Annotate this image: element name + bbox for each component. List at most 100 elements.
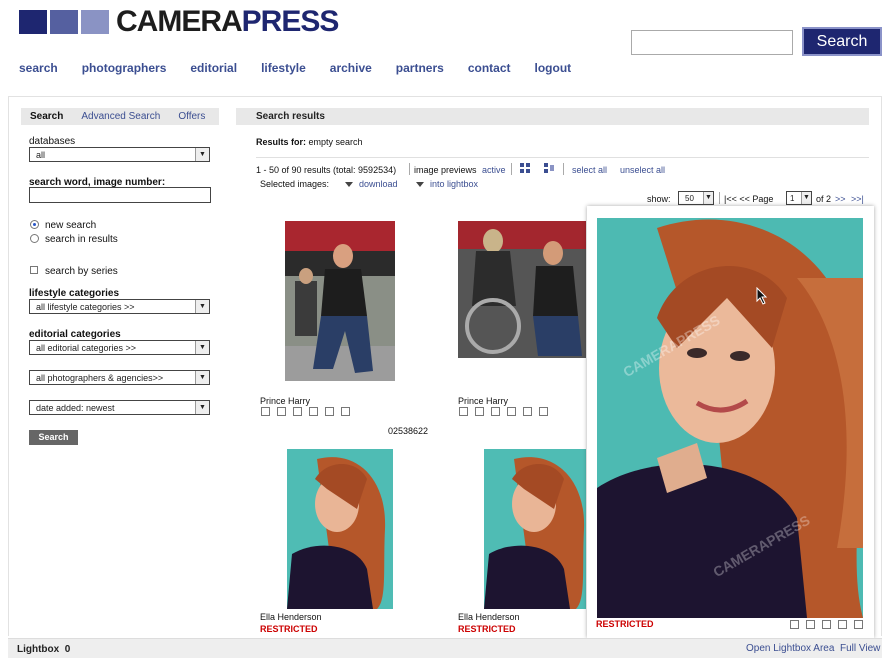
tab-search[interactable]: Search [21, 111, 72, 122]
chevron-down-icon: ▼ [195, 371, 209, 384]
save-icon[interactable] [523, 407, 532, 416]
chevron-down-icon: ▼ [195, 401, 209, 414]
image-previews-active-link[interactable]: active [482, 165, 506, 175]
logo-text-press: PRESS [241, 5, 340, 38]
page-select-value: 1 [790, 194, 795, 203]
divider [256, 157, 869, 158]
nav-partners[interactable]: partners [396, 61, 444, 75]
unselect-all-link[interactable]: unselect all [620, 165, 665, 175]
main-nav: search photographers editorial lifestyle… [19, 61, 595, 75]
pager: |<< << Page [724, 194, 773, 204]
result-thumbnail-2[interactable] [458, 221, 586, 358]
download-icon[interactable] [309, 407, 318, 416]
radio-new-search[interactable] [30, 220, 39, 229]
result-thumbnail-3[interactable] [287, 449, 393, 609]
chevron-down-icon: ▼ [195, 341, 209, 354]
result-caption-1: Prince Harry [260, 396, 311, 406]
page-of: of 2 [816, 194, 832, 204]
save-alt-icon[interactable] [539, 407, 548, 416]
logo-block-2 [50, 10, 78, 34]
save-icon[interactable] [838, 620, 847, 629]
date-sort-select[interactable]: date added: newest ▼ [29, 400, 210, 415]
select-checkbox[interactable] [459, 407, 468, 416]
nav-editorial[interactable]: editorial [190, 61, 237, 75]
download-icon[interactable] [822, 620, 831, 629]
open-lightbox-area-link[interactable]: Open Lightbox Area [746, 643, 834, 654]
series-label: search by series [45, 266, 118, 277]
list-view-icon[interactable] [544, 163, 554, 173]
grid-icon[interactable] [806, 620, 815, 629]
result-id-1: 02538622 [388, 426, 429, 436]
zoom-icon[interactable] [790, 620, 799, 629]
divider [511, 163, 512, 175]
results-for-label: Results for: [256, 137, 307, 147]
grid-icon[interactable] [475, 407, 484, 416]
nav-search[interactable]: search [19, 61, 58, 75]
nav-contact[interactable]: contact [468, 61, 511, 75]
save-alt-icon[interactable] [341, 407, 350, 416]
result-thumbnail-1[interactable] [285, 221, 395, 381]
into-lightbox-dropdown[interactable]: into lightbox [416, 179, 478, 189]
result-tools-2 [459, 407, 555, 416]
lightbox-label-text: Lightbox [17, 644, 60, 655]
pager-prev[interactable]: << [739, 194, 750, 204]
databases-select[interactable]: all ▼ [29, 147, 210, 162]
preview-image[interactable]: CAMERAPRESS CAMERAPRESS [597, 218, 863, 618]
radio-new-search-label: new search [45, 220, 97, 231]
download-icon[interactable] [507, 407, 516, 416]
zoom-icon[interactable] [293, 407, 302, 416]
lifestyle-select[interactable]: all lifestyle categories >> ▼ [29, 299, 210, 314]
lightbox-label: Lightbox 0 [17, 644, 70, 655]
nav-photographers[interactable]: photographers [82, 61, 167, 75]
nav-lifestyle[interactable]: lifestyle [261, 61, 306, 75]
divider [719, 192, 720, 204]
photographers-select[interactable]: all photographers & agencies>> ▼ [29, 370, 210, 385]
radio-search-in-results[interactable] [30, 234, 39, 243]
image-previews-label: image previews [414, 165, 477, 175]
result-caption-3: Ella Henderson [260, 612, 322, 622]
tab-advanced-search[interactable]: Advanced Search [72, 111, 169, 122]
full-view-link[interactable]: Full View [840, 643, 880, 654]
pager-first[interactable]: |<< [724, 194, 737, 204]
lightbox-bar: Lightbox 0 Open Lightbox Area Full View [8, 638, 882, 658]
results-for: Results for: empty search [256, 137, 363, 147]
select-all-link[interactable]: select all [572, 165, 607, 175]
results-header: Search results [236, 108, 869, 125]
tab-offers[interactable]: Offers [169, 111, 214, 122]
editorial-select-value: all editorial categories >> [36, 343, 137, 353]
sidebar-search-button[interactable]: Search [29, 430, 78, 445]
save-alt-icon[interactable] [854, 620, 863, 629]
grid-icon[interactable] [277, 407, 286, 416]
select-checkbox[interactable] [261, 407, 270, 416]
zoom-icon[interactable] [491, 407, 500, 416]
camerapress-logo[interactable]: CAMERAPRESS [19, 7, 339, 37]
show-select[interactable]: 50 ▼ [678, 191, 714, 205]
into-lightbox-label: into lightbox [430, 179, 479, 189]
download-dropdown[interactable]: download [345, 179, 398, 189]
logo-text-camera: CAMERA [116, 5, 243, 38]
logo-wordmark: CAMERAPRESS [116, 7, 339, 37]
nav-logout[interactable]: logout [535, 61, 572, 75]
editorial-select[interactable]: all editorial categories >> ▼ [29, 340, 210, 355]
image-preview-popup: CAMERAPRESS CAMERAPRESS RESTRICTED [587, 206, 874, 638]
save-icon[interactable] [325, 407, 334, 416]
grid-view-icon[interactable] [520, 163, 530, 173]
divider [409, 163, 410, 175]
pager-last[interactable]: >>| [851, 194, 864, 204]
header-search-button[interactable]: Search [802, 27, 882, 56]
results-for-value: empty search [308, 137, 363, 147]
lightbox-count: 0 [64, 644, 71, 655]
nav-archive[interactable]: archive [330, 61, 372, 75]
header-search-input[interactable] [631, 30, 793, 55]
chevron-down-icon: ▼ [703, 192, 713, 204]
page-select[interactable]: 1 ▼ [786, 191, 812, 205]
search-word-input[interactable] [29, 187, 211, 203]
selected-images-label: Selected images: [260, 179, 330, 189]
chevron-down-icon: ▼ [195, 300, 209, 313]
databases-select-value: all [36, 150, 46, 160]
sidebar-tabs: Search Advanced Search Offers [21, 108, 219, 125]
result-caption-4: Ella Henderson [458, 612, 520, 622]
result-thumbnail-4[interactable] [484, 449, 586, 609]
pager-next[interactable]: >> [835, 194, 846, 204]
series-checkbox[interactable] [30, 266, 38, 274]
